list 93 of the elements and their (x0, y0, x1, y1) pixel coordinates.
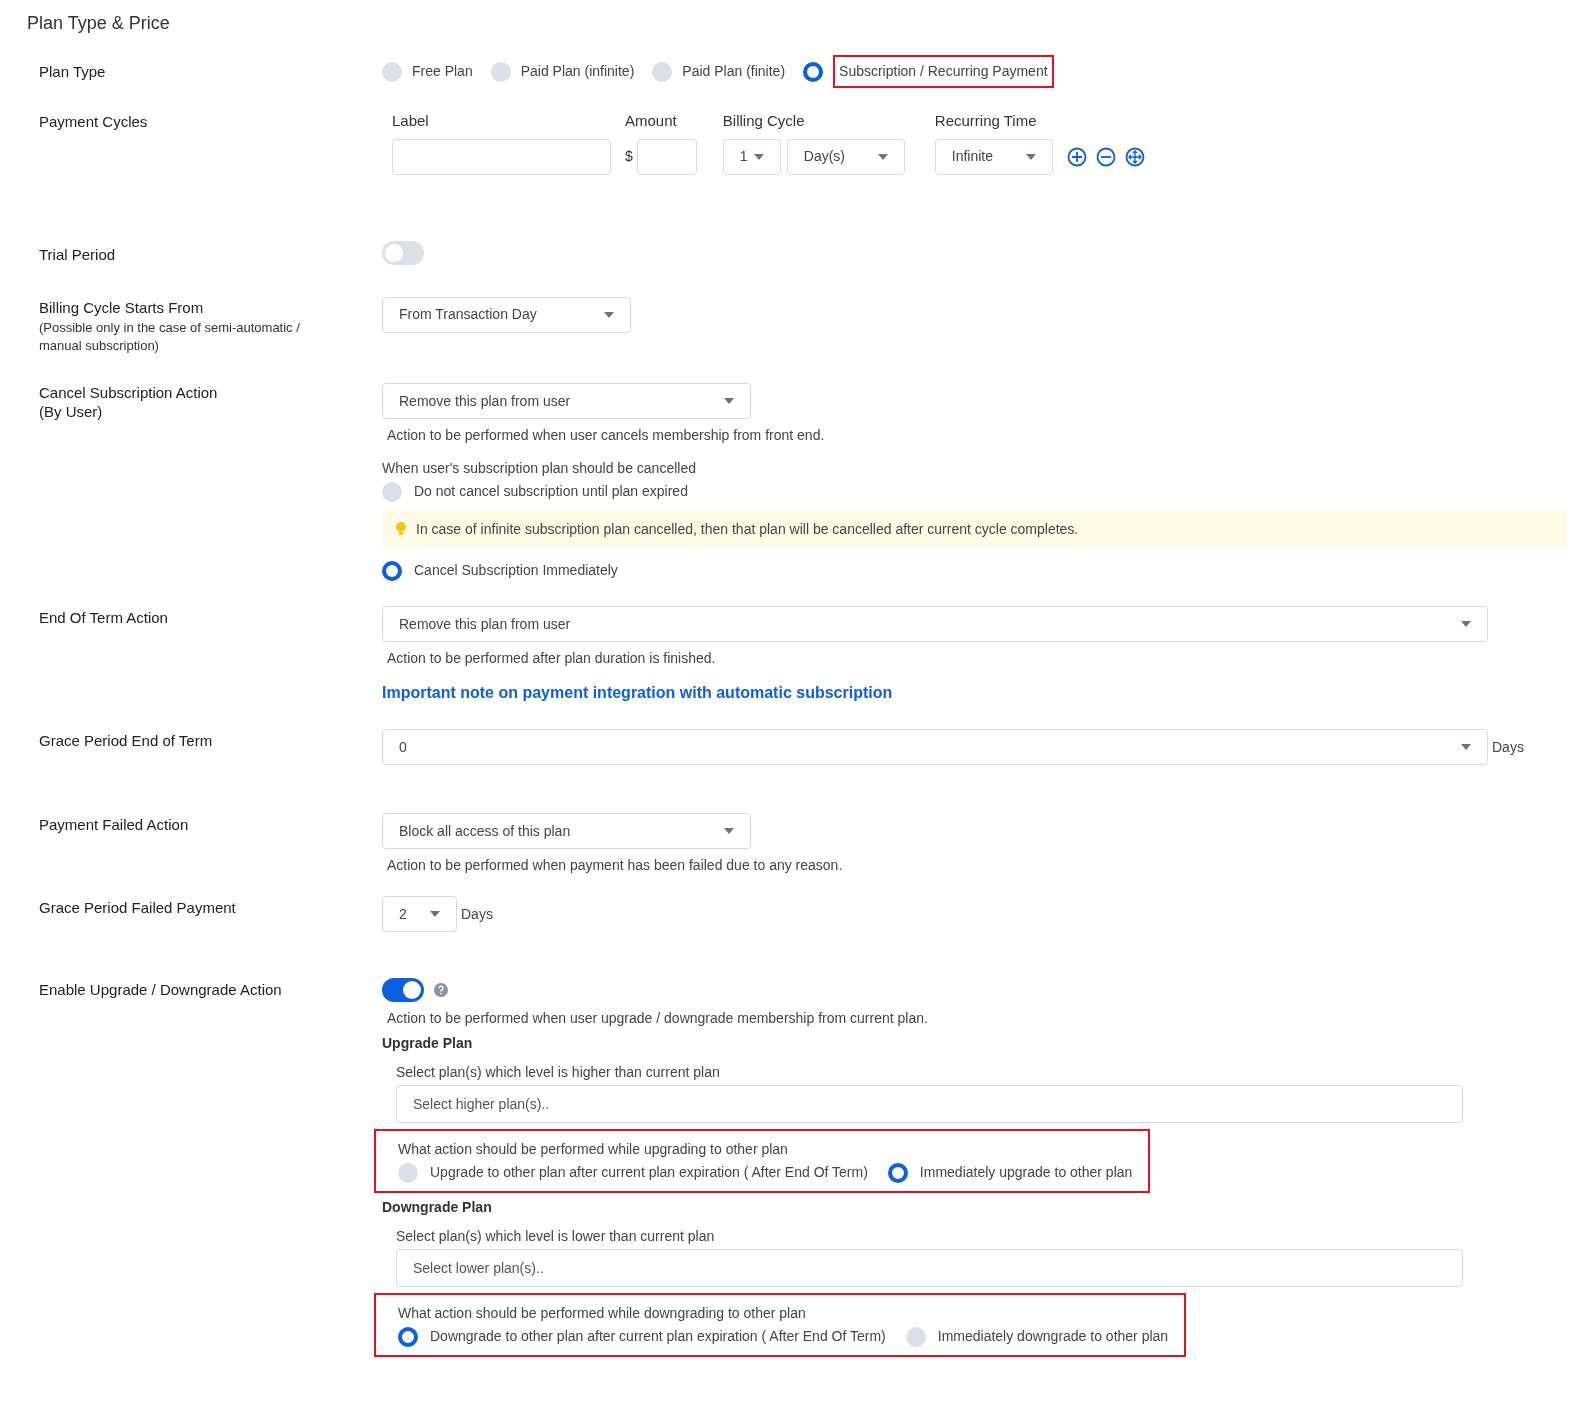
field-label: Payment Failed Action (39, 816, 189, 833)
field-label: Trial Period (39, 245, 116, 263)
help-text: Action to be performed when user cancels membership from front end. (387, 426, 826, 445)
remove-icon[interactable] (1095, 146, 1116, 167)
caret-icon (430, 911, 440, 917)
field-label: Plan Type (39, 62, 106, 80)
field-label: Grace Period Failed Payment (39, 899, 236, 916)
help-icon[interactable] (434, 983, 448, 997)
billing-count-dropdown[interactable]: 1 (722, 138, 781, 175)
caret-icon (877, 153, 888, 160)
radio-button[interactable] (398, 1326, 418, 1347)
placeholder-text: Select higher plan(s).. (413, 1094, 550, 1114)
radio-label[interactable]: Upgrade to other plan after current plan expiration ( After End Of Term) (430, 1162, 868, 1183)
question-text: What action should be performed while downgrading to other plan (398, 1304, 807, 1323)
billing-start-dropdown[interactable]: From Transaction Day (382, 296, 631, 333)
placeholder-text: Select lower plan(s).. (413, 1258, 544, 1278)
field-label: Payment Cycles (39, 113, 148, 130)
dropdown-value: Remove this plan from user (399, 614, 571, 634)
section-title: Plan Type & Price (26, 12, 171, 35)
radio-button[interactable] (887, 1162, 908, 1183)
dropdown-value: Infinite (951, 147, 994, 166)
radio-label[interactable]: Paid Plan (finite) (682, 61, 786, 82)
dropdown-value: Day(s) (803, 147, 846, 166)
field-note: (Possible only in the case of semi-automatic / manual subscription) (39, 319, 301, 355)
field-label: Grace Period End of Term (39, 732, 213, 749)
lightbulb-icon (396, 522, 406, 536)
toggle-switch[interactable] (382, 978, 424, 1002)
notice-text: In case of infinite subscription plan cancelled, then that plan will be cancelled after current cycle completes. (416, 519, 1079, 539)
radio-button[interactable] (803, 61, 824, 82)
field-label: Billing Cycle Starts From (39, 297, 205, 318)
dropdown-value: 2 (399, 904, 407, 924)
radio-button[interactable] (382, 61, 402, 82)
radio-button[interactable] (652, 61, 673, 82)
dropdown-value: 1 (739, 147, 748, 166)
column-header: Recurring Time (934, 111, 1038, 131)
caret-icon (753, 153, 764, 160)
radio-label[interactable]: Immediately downgrade to other plan (937, 1326, 1169, 1347)
dropdown-value: Block all access of this plan (399, 821, 571, 841)
help-text: Action to be performed when payment has been failed due to any reason. (387, 856, 844, 875)
radio-label[interactable]: Downgrade to other plan after current plan expiration ( After End Of Term) (430, 1326, 886, 1347)
radio-label[interactable]: Immediately upgrade to other plan (919, 1162, 1133, 1183)
caret-icon (724, 828, 734, 834)
help-text: Action to be performed after plan duration is finished. (387, 649, 717, 668)
note-link[interactable]: Important note on payment integration with automatic subscription (382, 681, 1553, 705)
recurring-time-dropdown[interactable]: Infinite (934, 138, 1053, 175)
cancel-action-dropdown[interactable]: Remove this plan from user (382, 383, 751, 419)
field-label: (By User) (39, 402, 104, 421)
caret-icon (724, 398, 734, 404)
radio-button[interactable] (382, 481, 402, 502)
field-label: End Of Term Action (39, 609, 168, 626)
subsection-title: Downgrade Plan (382, 1198, 493, 1217)
add-icon[interactable] (1066, 146, 1087, 167)
dropdown-value: Remove this plan from user (399, 391, 571, 411)
question-text: What action should be performed while upgrading to other plan (398, 1140, 789, 1159)
field-label: Select plan(s) which level is lower than current plan (396, 1227, 716, 1246)
subsection-title: Upgrade Plan (382, 1034, 474, 1053)
caret-icon (1461, 744, 1471, 750)
caret-icon (604, 311, 614, 318)
column-header: Label (392, 111, 430, 131)
field-label: Enable Upgrade / Downgrade Action (39, 981, 282, 998)
grace-period-dropdown[interactable]: 2 (382, 896, 457, 932)
amount-field[interactable] (636, 138, 697, 175)
radio-label[interactable]: Subscription / Recurring Payment (833, 55, 1054, 88)
billing-unit-dropdown[interactable]: Day(s) (786, 138, 905, 175)
radio-label[interactable]: Do not cancel subscription until plan expired (414, 481, 688, 502)
radio-label[interactable]: Free Plan (412, 61, 473, 82)
radio-button[interactable] (905, 1326, 926, 1347)
caret-icon (1461, 621, 1471, 627)
radio-button[interactable] (490, 61, 511, 82)
toggle-switch[interactable] (382, 240, 424, 265)
move-icon[interactable] (1124, 146, 1145, 167)
radio-label[interactable]: Cancel Subscription Immediately (414, 560, 618, 581)
caret-icon (1025, 153, 1036, 160)
dropdown-value: 0 (399, 737, 407, 757)
unit-label: Days (1492, 737, 1525, 757)
payment-failed-dropdown[interactable]: Block all access of this plan (382, 813, 751, 849)
plan-select-field[interactable]: Select lower plan(s).. (396, 1249, 1463, 1287)
column-header: Amount (625, 111, 678, 131)
help-text: Action to be performed when user upgrade / downgrade membership from current plan. (387, 1009, 929, 1028)
column-header: Billing Cycle (722, 111, 806, 131)
end-of-term-dropdown[interactable]: Remove this plan from user (382, 606, 1488, 642)
unit-label: Days (461, 904, 493, 924)
currency-symbol: $ (625, 147, 633, 166)
dropdown-value: From Transaction Day (399, 305, 537, 324)
radio-label[interactable]: Paid Plan (infinite) (520, 61, 635, 82)
grace-period-dropdown[interactable]: 0 (382, 729, 1488, 765)
radio-button[interactable] (382, 560, 402, 581)
question-text: When user's subscription plan should be cancelled (382, 459, 697, 478)
radio-button[interactable] (398, 1162, 418, 1183)
plan-select-field[interactable]: Select higher plan(s).. (396, 1085, 1463, 1123)
label-field[interactable] (392, 138, 611, 175)
field-label: Select plan(s) which level is higher than current plan (396, 1063, 721, 1082)
field-label: Cancel Subscription Action (39, 383, 219, 402)
